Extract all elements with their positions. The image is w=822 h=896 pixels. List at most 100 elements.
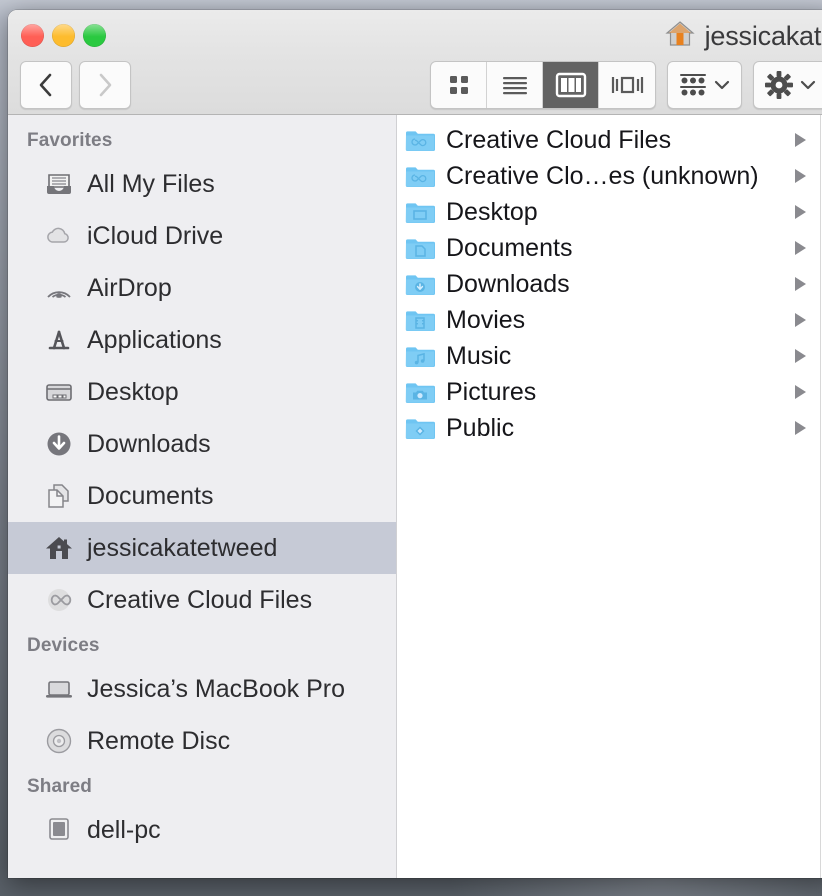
maximize-button[interactable] bbox=[83, 24, 106, 47]
icloud-icon bbox=[44, 221, 74, 251]
sidebar-item-downloads[interactable]: Downloads bbox=[8, 418, 396, 470]
disclosure-triangle-icon[interactable] bbox=[786, 203, 814, 221]
folder-downloads-icon bbox=[405, 271, 435, 297]
column-item-documents[interactable]: Documents bbox=[397, 230, 822, 266]
window-title: jessicakate bbox=[664, 18, 822, 55]
folder-creative-cloud-icon bbox=[405, 163, 435, 189]
sidebar-item-jessicakatetweed[interactable]: jessicakatetweed bbox=[8, 522, 396, 574]
window-controls bbox=[21, 24, 106, 47]
view-mode-list[interactable] bbox=[487, 62, 543, 108]
disclosure-triangle-icon[interactable] bbox=[786, 131, 814, 149]
chevron-down-icon bbox=[714, 80, 730, 90]
column-item-pictures[interactable]: Pictures bbox=[397, 374, 822, 410]
folder-pictures-icon bbox=[405, 379, 435, 405]
sidebar-item-documents[interactable]: Documents bbox=[8, 470, 396, 522]
sidebar-item-label: Creative Cloud Files bbox=[87, 585, 313, 614]
navigation-buttons bbox=[20, 61, 131, 109]
disclosure-triangle-icon[interactable] bbox=[786, 239, 814, 257]
column-item-public[interactable]: Public bbox=[397, 410, 822, 446]
sidebar-item-label: iCloud Drive bbox=[87, 221, 224, 250]
column-item-creative-cloud-files[interactable]: Creative Cloud Files bbox=[397, 122, 822, 158]
folder-public-icon bbox=[405, 415, 435, 441]
sidebar-item-label: jessicakatetweed bbox=[87, 533, 278, 562]
disclosure-triangle-icon[interactable] bbox=[786, 311, 814, 329]
sidebar-item-label: Jessica’s MacBook Pro bbox=[87, 674, 345, 703]
action-menu-button[interactable] bbox=[753, 61, 822, 109]
view-mode-icon[interactable] bbox=[431, 62, 487, 108]
sidebar-item-macbook-pro[interactable]: Jessica’s MacBook Pro bbox=[8, 663, 396, 715]
column-item-label: Downloads bbox=[446, 269, 570, 298]
disclosure-triangle-icon[interactable] bbox=[786, 419, 814, 437]
column-item-movies[interactable]: Movies bbox=[397, 302, 822, 338]
disclosure-triangle-icon[interactable] bbox=[786, 383, 814, 401]
minimize-button[interactable] bbox=[52, 24, 75, 47]
column-item-label: Creative Clo…es (unknown) bbox=[446, 161, 759, 190]
sidebar-item-label: Desktop bbox=[87, 377, 179, 406]
gear-icon bbox=[765, 71, 793, 99]
disclosure-triangle-icon[interactable] bbox=[786, 347, 814, 365]
chevron-down-icon bbox=[800, 80, 816, 90]
column-item-downloads[interactable]: Downloads bbox=[397, 266, 822, 302]
window-body: Favorites All My Files iCloud Drive AirD… bbox=[8, 115, 822, 878]
sidebar-item-applications[interactable]: Applications bbox=[8, 314, 396, 366]
view-mode-segmented-control bbox=[430, 61, 656, 109]
downloads-icon bbox=[44, 429, 74, 459]
folder-music-icon bbox=[405, 343, 435, 369]
sidebar-item-desktop[interactable]: Desktop bbox=[8, 366, 396, 418]
sidebar-section-favorites: Favorites bbox=[27, 130, 113, 151]
column-item-label: Desktop bbox=[446, 197, 538, 226]
grid-icon bbox=[449, 76, 468, 94]
folder-desktop-icon bbox=[405, 199, 435, 225]
chevron-right-icon bbox=[99, 73, 112, 97]
sidebar-item-label: All My Files bbox=[87, 169, 215, 198]
sidebar-item-label: Downloads bbox=[87, 429, 211, 458]
view-mode-coverflow[interactable] bbox=[599, 62, 655, 108]
documents-icon bbox=[44, 481, 74, 511]
list-icon bbox=[502, 77, 527, 95]
disc-icon bbox=[44, 726, 74, 756]
sidebar-item-label: Remote Disc bbox=[87, 726, 231, 755]
column-item-music[interactable]: Music bbox=[397, 338, 822, 374]
columns-icon bbox=[555, 72, 586, 98]
sidebar-item-creative-cloud-files[interactable]: Creative Cloud Files bbox=[8, 574, 396, 626]
column-item-desktop[interactable]: Desktop bbox=[397, 194, 822, 230]
arrange-grid-icon bbox=[680, 74, 706, 96]
forward-button[interactable] bbox=[79, 61, 131, 109]
sidebar-item-remote-disc[interactable]: Remote Disc bbox=[8, 715, 396, 767]
column-item-label: Pictures bbox=[446, 377, 537, 406]
airdrop-icon bbox=[44, 273, 74, 303]
applications-icon bbox=[44, 325, 74, 355]
column-divider[interactable] bbox=[820, 115, 821, 878]
close-button[interactable] bbox=[21, 24, 44, 47]
window-titlebar: jessicakate bbox=[8, 10, 822, 115]
sidebar-item-airdrop[interactable]: AirDrop bbox=[8, 262, 396, 314]
home-icon bbox=[44, 533, 74, 563]
chevron-left-icon bbox=[39, 73, 52, 97]
sidebar-section-devices: Devices bbox=[27, 635, 100, 656]
desktop-icon bbox=[44, 377, 74, 407]
arrange-by-button[interactable] bbox=[667, 61, 742, 109]
sidebar-item-label: dell-pc bbox=[87, 815, 161, 844]
all-my-files-icon bbox=[44, 169, 74, 199]
sidebar-item-dell-pc[interactable]: dell-pc bbox=[8, 804, 396, 856]
disclosure-triangle-icon[interactable] bbox=[786, 275, 814, 293]
column-item-label: Movies bbox=[446, 305, 526, 334]
view-mode-column[interactable] bbox=[543, 62, 599, 108]
laptop-icon bbox=[44, 674, 74, 704]
folder-movies-icon bbox=[405, 307, 435, 333]
creative-cloud-icon bbox=[44, 585, 74, 615]
folder-creative-cloud-icon bbox=[405, 127, 435, 153]
pc-icon bbox=[44, 815, 74, 845]
window-title-text: jessicakate bbox=[704, 21, 822, 51]
sidebar-item-icloud-drive[interactable]: iCloud Drive bbox=[8, 210, 396, 262]
back-button[interactable] bbox=[20, 61, 72, 109]
sidebar-item-all-my-files[interactable]: All My Files bbox=[8, 158, 396, 210]
home-icon bbox=[664, 18, 695, 55]
finder-window: jessicakate bbox=[8, 10, 822, 878]
column-item-creative-cloud-unknown[interactable]: Creative Clo…es (unknown) bbox=[397, 158, 822, 194]
disclosure-triangle-icon[interactable] bbox=[786, 167, 814, 185]
sidebar-item-label: Documents bbox=[87, 481, 214, 510]
column-item-label: Public bbox=[446, 413, 515, 442]
column-view-pane: Creative Cloud Files Creative Clo…es (un… bbox=[397, 115, 822, 878]
sidebar-section-shared: Shared bbox=[27, 776, 93, 797]
